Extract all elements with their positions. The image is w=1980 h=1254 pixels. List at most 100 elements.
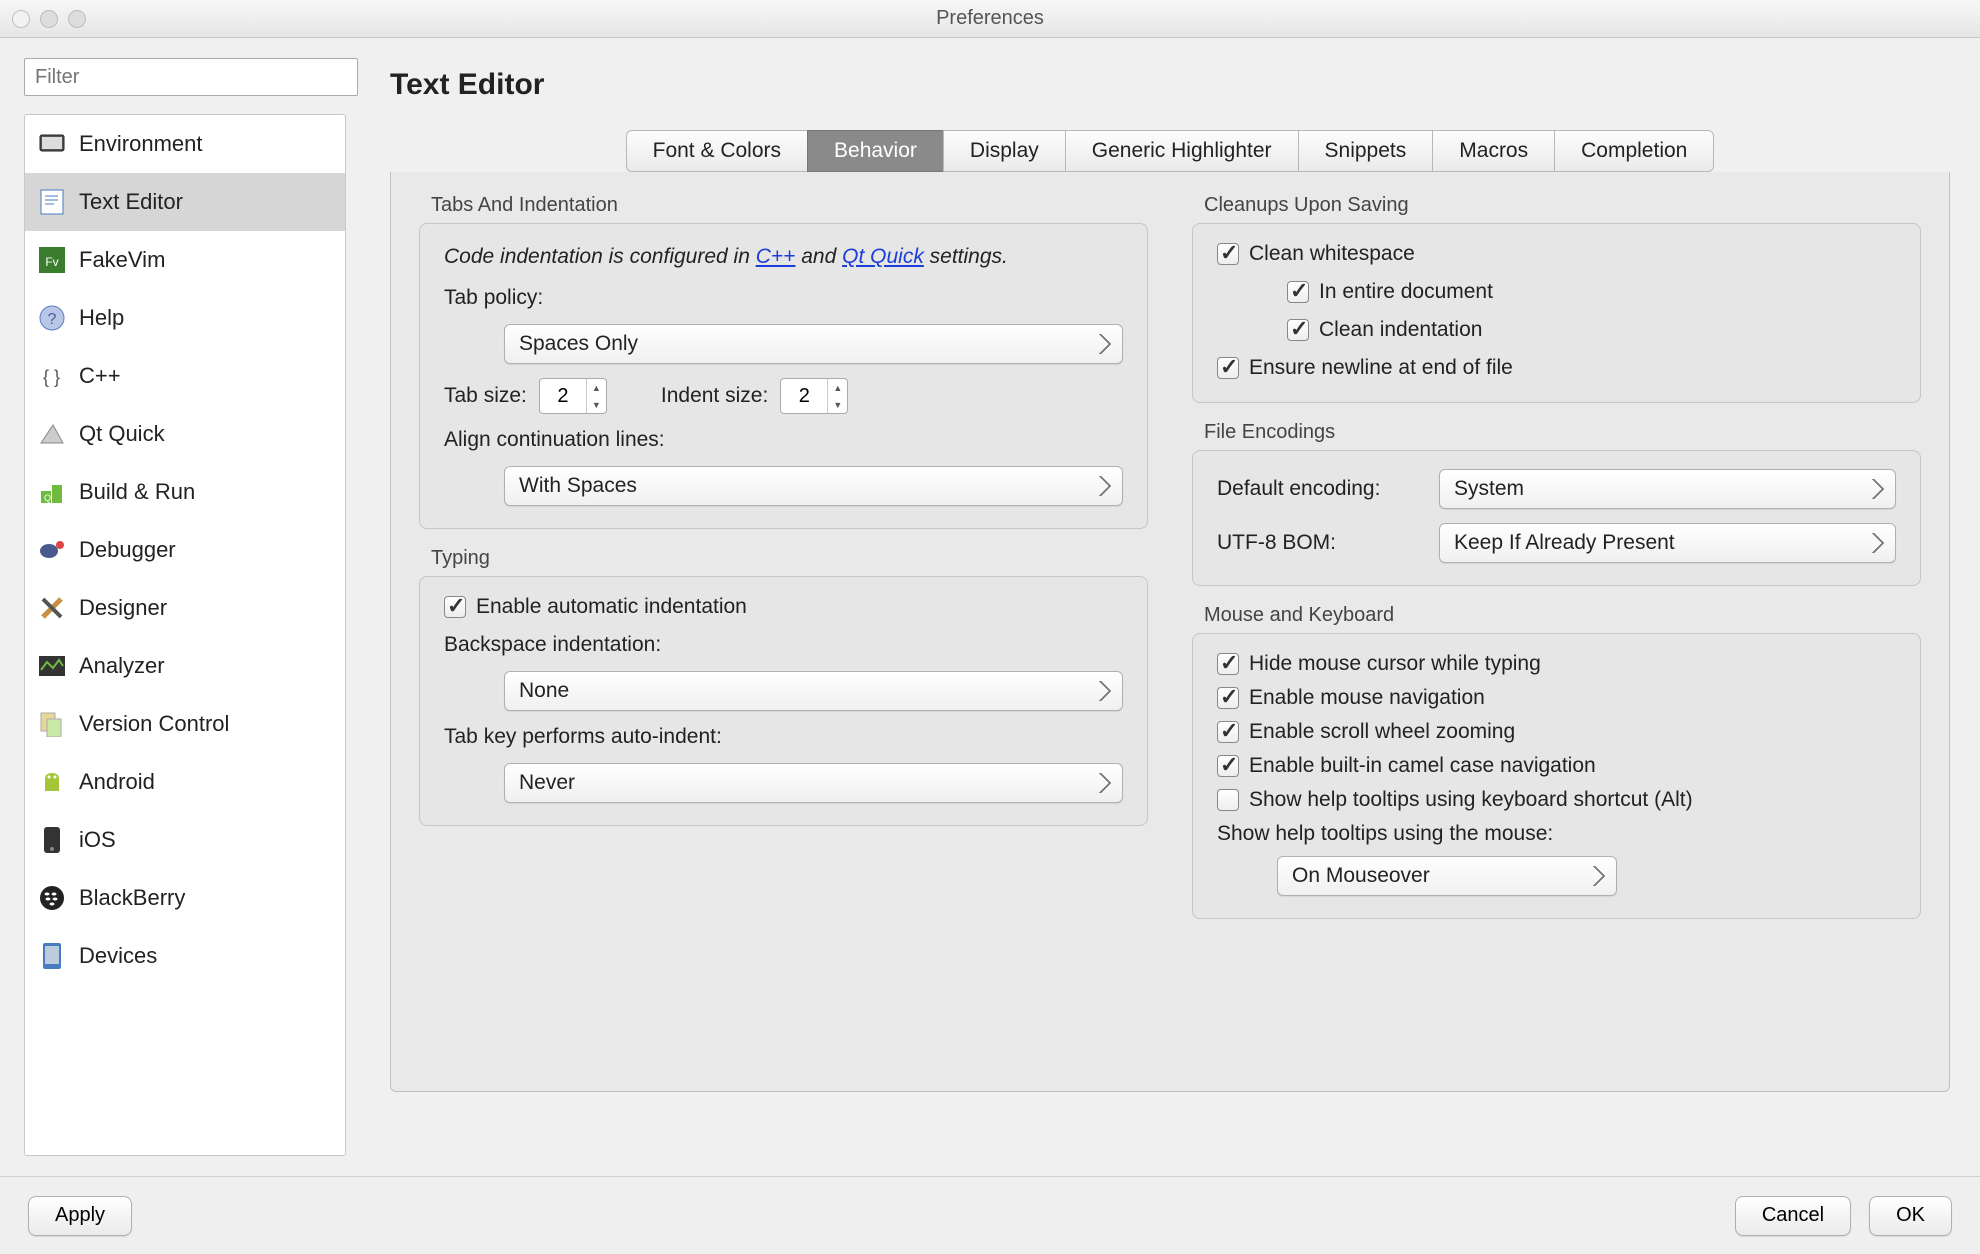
svg-text:Fv: Fv bbox=[45, 255, 58, 269]
sidebar-item-debugger[interactable]: Debugger bbox=[25, 521, 345, 579]
group-title: Mouse and Keyboard bbox=[1192, 604, 1921, 627]
tab-macros[interactable]: Macros bbox=[1432, 130, 1554, 172]
tab-snippets[interactable]: Snippets bbox=[1298, 130, 1433, 172]
sidebar-item-label: Version Control bbox=[79, 711, 229, 737]
tab-size-stepper[interactable]: ▲▼ bbox=[539, 378, 607, 414]
tab-display[interactable]: Display bbox=[943, 130, 1065, 172]
sidebar-item-environment[interactable]: Environment bbox=[25, 115, 345, 173]
align-select[interactable]: With Spaces bbox=[504, 466, 1123, 506]
svg-text:Q: Q bbox=[44, 493, 51, 503]
tab-size-input[interactable] bbox=[540, 385, 586, 408]
align-label: Align continuation lines: bbox=[444, 428, 1123, 452]
sidebar-item-label: Analyzer bbox=[79, 653, 165, 679]
sidebar-item-android[interactable]: Android bbox=[25, 753, 345, 811]
versioncontrol-icon bbox=[37, 709, 67, 739]
group-encodings: File Encodings Default encoding: System … bbox=[1192, 421, 1921, 586]
tab-font-colors[interactable]: Font & Colors bbox=[626, 130, 807, 172]
sidebar-item-label: Text Editor bbox=[79, 189, 183, 215]
ensure-newline-checkbox[interactable]: Ensure newline at end of file bbox=[1217, 356, 1896, 380]
sidebar-item-buildrun[interactable]: Q Build & Run bbox=[25, 463, 345, 521]
scroll-zoom-checkbox[interactable]: Enable scroll wheel zooming bbox=[1217, 720, 1896, 744]
page-title: Text Editor bbox=[390, 68, 1950, 102]
sidebar-item-label: FakeVim bbox=[79, 247, 165, 273]
sidebar-item-versioncontrol[interactable]: Version Control bbox=[25, 695, 345, 753]
indent-size-stepper[interactable]: ▲▼ bbox=[780, 378, 848, 414]
apply-button[interactable]: Apply bbox=[28, 1196, 132, 1236]
default-encoding-select[interactable]: System bbox=[1439, 469, 1896, 509]
tab-bar: Font & Colors Behavior Display Generic H… bbox=[390, 130, 1950, 172]
sidebar-item-ios[interactable]: iOS bbox=[25, 811, 345, 869]
backspace-select[interactable]: None bbox=[504, 671, 1123, 711]
sidebar-item-blackberry[interactable]: BlackBerry bbox=[25, 869, 345, 927]
ok-button[interactable]: OK bbox=[1869, 1196, 1952, 1236]
tab-generic-highlighter[interactable]: Generic Highlighter bbox=[1065, 130, 1298, 172]
group-title: Typing bbox=[419, 547, 1148, 570]
category-list[interactable]: Environment Text Editor Fv FakeVim ? Hel… bbox=[24, 114, 346, 1156]
chevron-up-icon[interactable]: ▲ bbox=[587, 379, 606, 396]
cpp-link[interactable]: C++ bbox=[756, 245, 796, 268]
minimize-icon[interactable] bbox=[40, 10, 58, 28]
zoom-icon[interactable] bbox=[68, 10, 86, 28]
sidebar-item-qtquick[interactable]: Qt Quick bbox=[25, 405, 345, 463]
sidebar-item-label: Devices bbox=[79, 943, 157, 969]
main-panel: Text Editor Font & Colors Behavior Displ… bbox=[360, 38, 1980, 1176]
text-editor-icon bbox=[37, 187, 67, 217]
mouse-nav-checkbox[interactable]: Enable mouse navigation bbox=[1217, 686, 1896, 710]
group-mouse-keyboard: Mouse and Keyboard Hide mouse cursor whi… bbox=[1192, 604, 1921, 919]
tab-behavior[interactable]: Behavior bbox=[807, 130, 943, 172]
clean-indent-checkbox[interactable]: Clean indentation bbox=[1217, 318, 1896, 342]
hide-cursor-checkbox[interactable]: Hide mouse cursor while typing bbox=[1217, 652, 1896, 676]
indent-size-input[interactable] bbox=[781, 385, 827, 408]
default-encoding-label: Default encoding: bbox=[1217, 477, 1427, 501]
clean-whitespace-checkbox[interactable]: Clean whitespace bbox=[1217, 242, 1896, 266]
tabkey-select[interactable]: Never bbox=[504, 763, 1123, 803]
tab-policy-label: Tab policy: bbox=[444, 286, 1123, 310]
footer: Apply Cancel OK bbox=[0, 1176, 1980, 1254]
indentation-note: Code indentation is configured in C++ an… bbox=[444, 242, 1123, 272]
chevron-up-icon[interactable]: ▲ bbox=[828, 379, 847, 396]
sidebar-item-fakevim[interactable]: Fv FakeVim bbox=[25, 231, 345, 289]
group-title: Tabs And Indentation bbox=[419, 194, 1148, 217]
sidebar-item-label: BlackBerry bbox=[79, 885, 185, 911]
tab-completion[interactable]: Completion bbox=[1554, 130, 1714, 172]
in-entire-checkbox[interactable]: In entire document bbox=[1217, 280, 1896, 304]
cancel-button[interactable]: Cancel bbox=[1735, 1196, 1851, 1236]
cpp-icon: { } bbox=[37, 361, 67, 391]
chevron-down-icon[interactable]: ▼ bbox=[828, 396, 847, 413]
sidebar-item-text-editor[interactable]: Text Editor bbox=[25, 173, 345, 231]
traffic-lights bbox=[12, 10, 86, 28]
fakevim-icon: Fv bbox=[37, 245, 67, 275]
svg-text:?: ? bbox=[48, 311, 57, 328]
close-icon[interactable] bbox=[12, 10, 30, 28]
sidebar-item-cpp[interactable]: { } C++ bbox=[25, 347, 345, 405]
sidebar-item-label: Designer bbox=[79, 595, 167, 621]
bom-select[interactable]: Keep If Already Present bbox=[1439, 523, 1896, 563]
group-cleanups: Cleanups Upon Saving Clean whitespace In… bbox=[1192, 194, 1921, 403]
tab-policy-select[interactable]: Spaces Only bbox=[504, 324, 1123, 364]
svg-text:{ }: { } bbox=[43, 367, 60, 387]
backspace-label: Backspace indentation: bbox=[444, 633, 1123, 657]
sidebar-item-label: Environment bbox=[79, 131, 203, 157]
qtquick-link[interactable]: Qt Quick bbox=[842, 245, 924, 268]
group-typing: Typing Enable automatic indentation Back… bbox=[419, 547, 1148, 826]
sidebar-item-label: Help bbox=[79, 305, 124, 331]
tab-size-label: Tab size: bbox=[444, 384, 527, 408]
filter-input[interactable] bbox=[24, 58, 358, 96]
sidebar-item-devices[interactable]: Devices bbox=[25, 927, 345, 985]
tooltip-kb-checkbox[interactable]: Show help tooltips using keyboard shortc… bbox=[1217, 788, 1896, 812]
behavior-panel: Tabs And Indentation Code indentation is… bbox=[390, 172, 1950, 1092]
blackberry-icon bbox=[37, 883, 67, 913]
designer-icon bbox=[37, 593, 67, 623]
tooltip-mouse-select[interactable]: On Mouseover bbox=[1277, 856, 1617, 896]
auto-indent-checkbox[interactable]: Enable automatic indentation bbox=[444, 595, 1123, 619]
sidebar-item-designer[interactable]: Designer bbox=[25, 579, 345, 637]
group-tabs-indentation: Tabs And Indentation Code indentation is… bbox=[419, 194, 1148, 529]
sidebar: Environment Text Editor Fv FakeVim ? Hel… bbox=[0, 38, 360, 1176]
camel-case-checkbox[interactable]: Enable built-in camel case navigation bbox=[1217, 754, 1896, 778]
qtquick-icon bbox=[37, 419, 67, 449]
sidebar-item-analyzer[interactable]: Analyzer bbox=[25, 637, 345, 695]
debugger-icon bbox=[37, 535, 67, 565]
sidebar-item-help[interactable]: ? Help bbox=[25, 289, 345, 347]
chevron-down-icon[interactable]: ▼ bbox=[587, 396, 606, 413]
analyzer-icon bbox=[37, 651, 67, 681]
